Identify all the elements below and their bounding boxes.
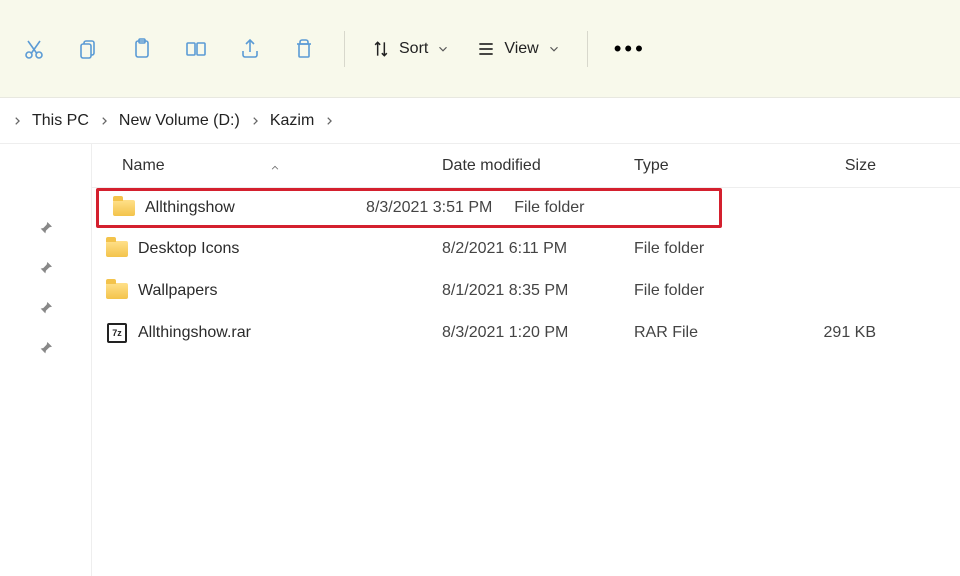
chevron-right-icon xyxy=(12,116,22,126)
paste-button[interactable] xyxy=(128,35,156,63)
column-headers: Name Date modified Type Size xyxy=(92,144,960,188)
nav-pane xyxy=(0,144,92,576)
cell-type: RAR File xyxy=(634,324,794,342)
file-row[interactable]: Wallpapers 8/1/2021 8:35 PMFile folder xyxy=(92,270,960,312)
cell-name: Desktop Icons xyxy=(92,240,442,258)
cut-button[interactable] xyxy=(20,35,48,63)
breadcrumb-folder[interactable]: Kazim xyxy=(270,112,314,130)
breadcrumb-this-pc[interactable]: This PC xyxy=(32,112,89,130)
file-row[interactable]: Desktop Icons 8/2/2021 6:11 PMFile folder xyxy=(92,228,960,270)
folder-icon xyxy=(113,200,135,216)
cell-name: Wallpapers xyxy=(92,282,442,300)
cell-name: 7z Allthingshow.rar xyxy=(92,323,442,343)
file-row[interactable]: 7z Allthingshow.rar 8/3/2021 1:20 PMRAR Fi… xyxy=(92,312,960,354)
cell-size: 291 KB xyxy=(794,324,894,342)
file-row[interactable]: Allthingshow 8/3/2021 3:51 PMFile folder xyxy=(96,188,722,228)
chevron-down-icon xyxy=(547,42,561,56)
cell-type: File folder xyxy=(514,199,637,217)
pin-icon[interactable] xyxy=(38,260,54,276)
header-name[interactable]: Name xyxy=(92,157,442,175)
address-bar[interactable]: This PC New Volume (D:) Kazim xyxy=(0,98,960,144)
cell-date: 8/3/2021 1:20 PM xyxy=(442,324,634,342)
toolbar-divider xyxy=(587,31,588,67)
folder-icon xyxy=(106,283,128,299)
view-button[interactable]: View xyxy=(476,39,560,59)
share-button[interactable] xyxy=(236,35,264,63)
header-name-label: Name xyxy=(122,157,165,174)
file-name: Allthingshow.rar xyxy=(138,324,251,342)
toolbar-divider xyxy=(344,31,345,67)
file-name: Allthingshow xyxy=(145,199,235,217)
pin-icon[interactable] xyxy=(38,220,54,236)
file-name: Wallpapers xyxy=(138,282,217,300)
folder-icon xyxy=(106,241,128,257)
cell-date: 8/1/2021 8:35 PM xyxy=(442,282,634,300)
more-button[interactable]: ••• xyxy=(614,36,646,62)
delete-button[interactable] xyxy=(290,35,318,63)
cell-date: 8/3/2021 3:51 PM xyxy=(366,199,514,217)
cell-date: 8/2/2021 6:11 PM xyxy=(442,240,634,258)
chevron-right-icon xyxy=(324,116,334,126)
sort-asc-icon xyxy=(268,163,282,173)
file-name: Desktop Icons xyxy=(138,240,239,258)
chevron-down-icon xyxy=(436,42,450,56)
sort-button[interactable]: Sort xyxy=(371,39,450,59)
cell-type: File folder xyxy=(634,240,794,258)
content-area: Name Date modified Type Size Allthingsho… xyxy=(0,144,960,576)
header-date[interactable]: Date modified xyxy=(442,157,634,175)
pin-icon[interactable] xyxy=(38,300,54,316)
cell-type: File folder xyxy=(634,282,794,300)
cell-name: Allthingshow xyxy=(99,199,366,217)
toolbar: Sort View ••• xyxy=(0,0,960,98)
file-list: Name Date modified Type Size Allthingsho… xyxy=(92,144,960,576)
pin-icon[interactable] xyxy=(38,340,54,356)
chevron-right-icon xyxy=(99,116,109,126)
header-size[interactable]: Size xyxy=(794,157,894,175)
header-type[interactable]: Type xyxy=(634,157,794,175)
archive-icon: 7z xyxy=(107,323,127,343)
chevron-right-icon xyxy=(250,116,260,126)
breadcrumb-drive[interactable]: New Volume (D:) xyxy=(119,112,240,130)
rename-button[interactable] xyxy=(182,35,210,63)
copy-button[interactable] xyxy=(74,35,102,63)
view-label: View xyxy=(504,40,538,58)
sort-label: Sort xyxy=(399,40,428,58)
